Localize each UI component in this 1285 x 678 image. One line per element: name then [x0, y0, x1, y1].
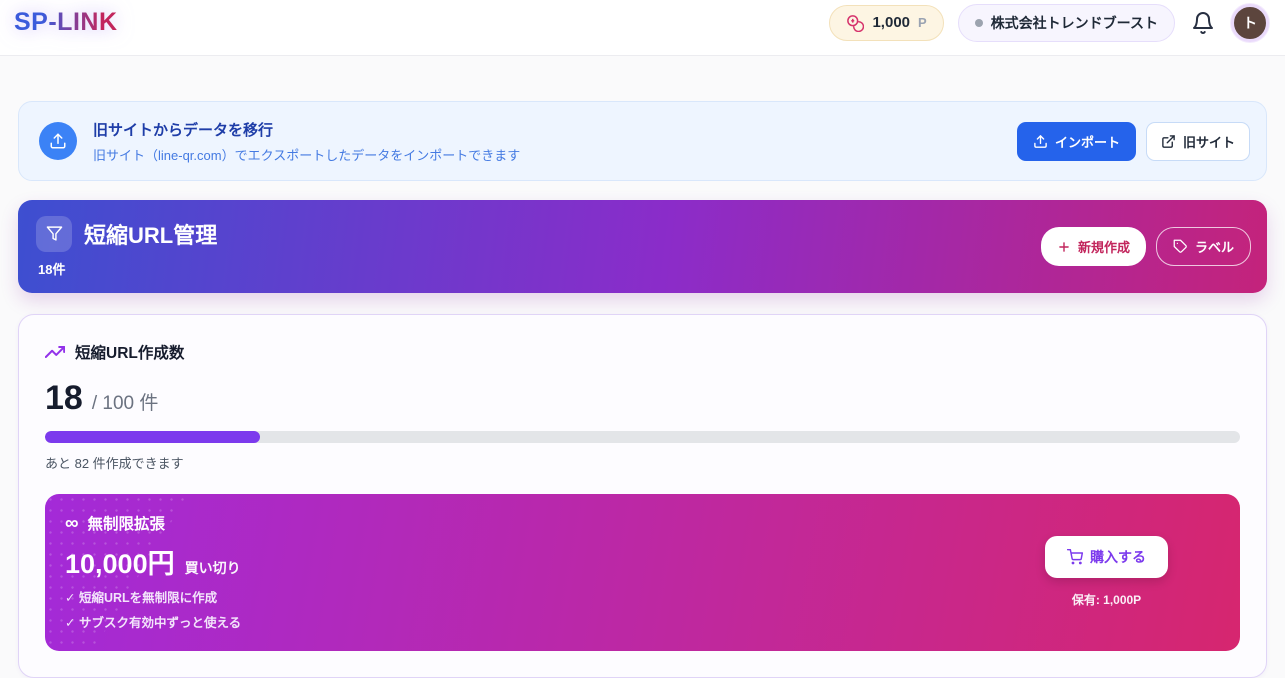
company-name: 株式会社トレンドブースト: [991, 13, 1158, 33]
infinity-icon: ∞: [65, 514, 79, 533]
usage-title: 短縮URL作成数: [75, 341, 184, 363]
coins-icon: [846, 14, 864, 32]
migration-banner: 旧サイトからデータを移行 旧サイト（line-qr.com）でエクスポートしたデ…: [18, 101, 1267, 181]
status-dot-icon: [975, 19, 983, 27]
unlimited-promo-banner: ∞ 無制限拡張 10,000円 買い切り ✓ 短縮URLを無制限に作成 ✓ サブ…: [45, 494, 1240, 651]
migration-info: 旧サイトからデータを移行 旧サイト（line-qr.com）でエクスポートしたデ…: [39, 119, 520, 164]
import-button-label: インポート: [1055, 132, 1120, 151]
filter-icon-chip: [36, 216, 72, 252]
old-site-button-label: 旧サイト: [1183, 132, 1235, 151]
usage-count-row: 18 / 100 件: [45, 379, 1240, 418]
points-value: 1,000: [872, 14, 910, 31]
trending-up-icon: [45, 342, 65, 362]
funnel-icon: [46, 225, 63, 242]
migration-actions: インポート 旧サイト: [1017, 122, 1250, 161]
promo-purchase-block: 購入する 保有: 1,000P: [1045, 536, 1168, 608]
url-manager-header: 短縮URL管理 18件 新規作成 ラベル: [18, 200, 1267, 293]
upload-circle-icon: [39, 122, 77, 160]
create-new-button-label: 新規作成: [1078, 237, 1130, 256]
purchase-button[interactable]: 購入する: [1045, 536, 1168, 578]
cart-icon: [1067, 549, 1083, 565]
main-content: 旧サイトからデータを移行 旧サイト（line-qr.com）でエクスポートしたデ…: [0, 101, 1285, 678]
usage-card: 短縮URL作成数 18 / 100 件 あと 82 件作成できます ∞ 無制限拡…: [18, 314, 1267, 678]
usage-remaining-text: あと 82 件作成できます: [45, 453, 1240, 472]
company-badge[interactable]: 株式会社トレンドブースト: [958, 4, 1175, 42]
url-manager-title-block: 短縮URL管理 18件: [36, 216, 217, 278]
avatar-initial: ト: [1243, 13, 1257, 33]
url-manager-actions: 新規作成 ラベル: [1041, 227, 1251, 266]
external-link-icon: [1161, 134, 1176, 149]
app-header: SP-LINK 1,000 P 株式会社トレンドブースト: [0, 0, 1285, 56]
page-title: 短縮URL管理: [84, 218, 217, 250]
notifications-button[interactable]: [1189, 9, 1217, 37]
usage-progress-fill: [45, 431, 260, 443]
migration-texts: 旧サイトからデータを移行 旧サイト（line-qr.com）でエクスポートしたデ…: [93, 119, 520, 164]
promo-info: ∞ 無制限拡張 10,000円 買い切り ✓ 短縮URLを無制限に作成 ✓ サブ…: [65, 512, 241, 631]
promo-feature: ✓ 短縮URLを無制限に作成: [65, 587, 241, 606]
points-balance-text: 保有: 1,000P: [1072, 591, 1141, 608]
url-count: 18件: [38, 259, 217, 278]
migration-title: 旧サイトからデータを移行: [93, 119, 520, 140]
upload-icon: [1033, 134, 1048, 149]
plus-icon: [1057, 240, 1071, 254]
header-right-group: 1,000 P 株式会社トレンドブースト ト: [829, 4, 1269, 42]
points-unit: P: [918, 15, 927, 30]
labels-button[interactable]: ラベル: [1156, 227, 1251, 266]
tag-icon: [1173, 239, 1188, 254]
points-badge[interactable]: 1,000 P: [829, 5, 943, 41]
create-new-button[interactable]: 新規作成: [1041, 227, 1146, 266]
usage-current: 18: [45, 379, 83, 418]
promo-feature: ✓ サブスク有効中ずっと使える: [65, 612, 241, 631]
promo-price-note: 買い切り: [185, 558, 241, 578]
migration-subtitle: 旧サイト（line-qr.com）でエクスポートしたデータをインポートできます: [93, 145, 520, 164]
purchase-button-label: 購入する: [1090, 547, 1146, 567]
app-logo[interactable]: SP-LINK: [10, 8, 118, 37]
old-site-button[interactable]: 旧サイト: [1146, 122, 1250, 161]
labels-button-label: ラベル: [1195, 237, 1234, 256]
promo-title: 無制限拡張: [88, 512, 166, 534]
avatar[interactable]: ト: [1231, 4, 1269, 42]
import-button[interactable]: インポート: [1017, 122, 1136, 161]
usage-total: / 100 件: [92, 388, 159, 415]
bell-icon: [1191, 11, 1215, 35]
promo-price: 10,000円: [65, 542, 175, 581]
usage-progress-bar: [45, 431, 1240, 443]
